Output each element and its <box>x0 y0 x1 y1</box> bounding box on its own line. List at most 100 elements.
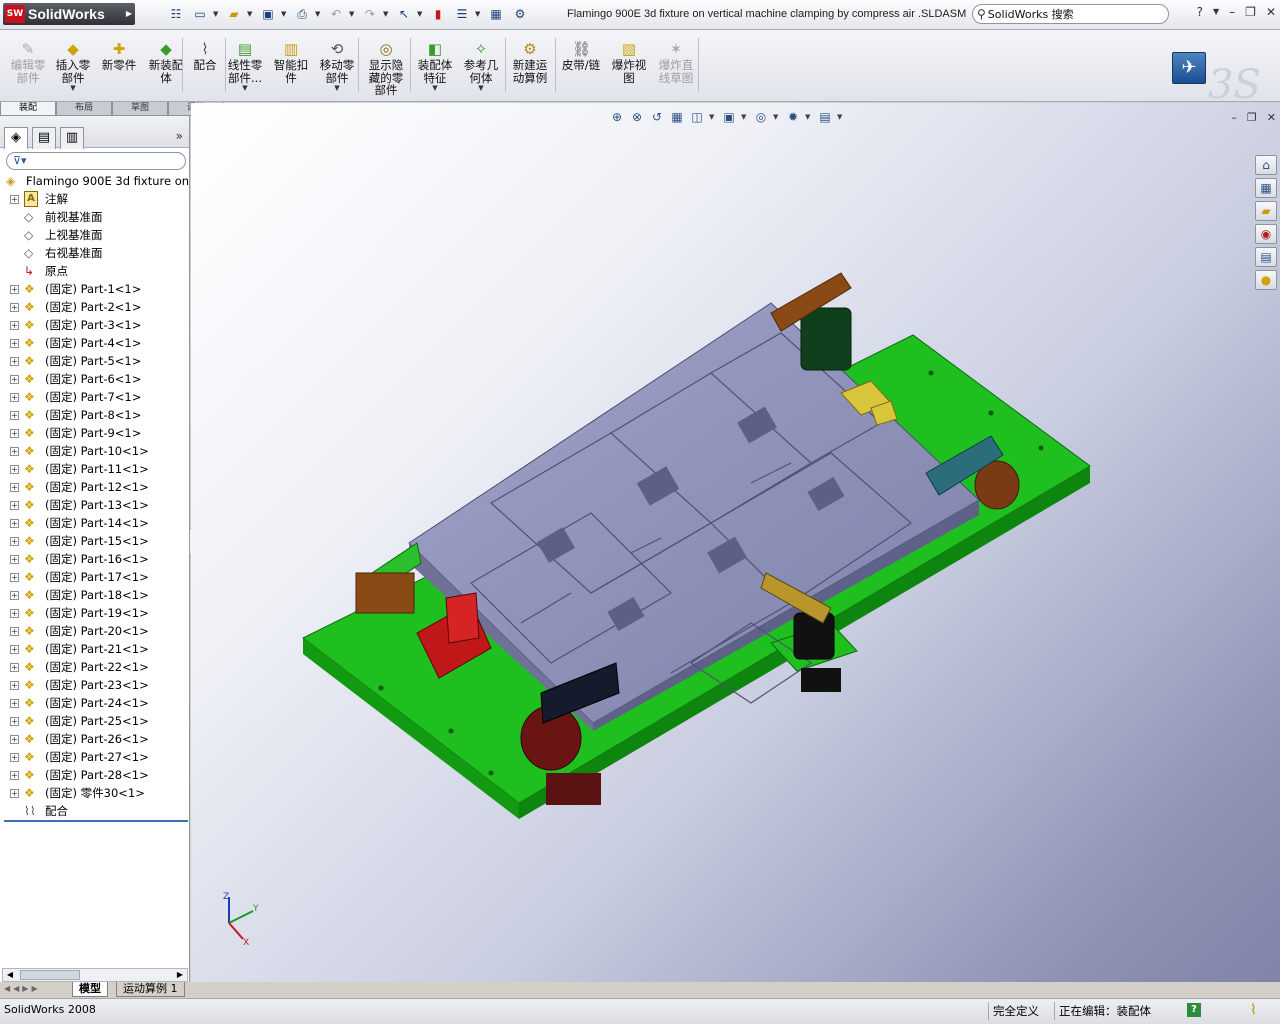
expand-icon[interactable]: + <box>10 393 19 402</box>
close-icon[interactable]: ✕ <box>1266 5 1276 19</box>
tree-root-item[interactable]: ◈ Flamingo 900E 3d fixture on vertic <box>0 172 225 190</box>
chevron-down-icon[interactable]: ▼ <box>459 84 503 92</box>
solidworks-resources-icon[interactable]: ✈ <box>1172 52 1206 84</box>
tree-plane-item[interactable]: ◇ 右视基准面 <box>0 244 189 262</box>
chevron-down-icon[interactable]: ▼ <box>475 4 483 24</box>
new-motion-study-button[interactable]: ⚙ 新建运 动算例 <box>508 40 552 84</box>
new-part-button[interactable]: ✚ 新零件 <box>97 40 141 72</box>
paperclip-icon[interactable]: ⌇ <box>1250 1002 1257 1018</box>
chevron-down-icon[interactable]: ▼ <box>349 4 357 24</box>
design-library-icon[interactable]: ▦ <box>1255 178 1277 198</box>
appearances-icon[interactable]: ● <box>1255 270 1277 290</box>
chevron-down-icon[interactable]: ▼ <box>383 4 391 24</box>
expand-icon[interactable]: + <box>10 537 19 546</box>
move-component-button[interactable]: ⟲ 移动零 部件 ▼ <box>315 40 359 92</box>
configuration-manager-tab-icon[interactable]: ▥ <box>60 127 84 149</box>
chevron-down-icon[interactable]: ▼ <box>417 4 425 24</box>
tree-part-item[interactable]: + ❖ (固定) Part-4<1> <box>0 334 189 352</box>
rollback-bar[interactable] <box>4 820 188 822</box>
expand-icon[interactable]: + <box>10 753 19 762</box>
expand-icon[interactable]: + <box>10 663 19 672</box>
close-icon[interactable]: ✕ <box>1267 111 1276 124</box>
assembly-model[interactable] <box>191 103 1280 982</box>
chevron-down-icon[interactable]: ▼ <box>1213 5 1219 19</box>
explode-line-sketch-button[interactable]: ✶ 爆炸直 线草图 <box>654 40 698 84</box>
file-explorer-icon[interactable]: ▰ <box>1255 201 1277 221</box>
scroll-thumb[interactable] <box>20 970 80 980</box>
chevron-down-icon[interactable]: ▼ <box>741 109 749 125</box>
expand-icon[interactable]: + <box>10 555 19 564</box>
edit-component-button[interactable]: ✎ 编辑零 部件 <box>6 40 50 84</box>
belt-chain-button[interactable]: ⛓ 皮带/链 <box>559 40 603 72</box>
edit-appearance-icon[interactable]: ✹ <box>785 109 801 125</box>
assembly-features-button[interactable]: ◧ 装配体 特征 ▼ <box>413 40 457 92</box>
cmd-tab[interactable]: 草图 <box>112 102 168 116</box>
tree-part-item[interactable]: + ❖ (固定) Part-1<1> <box>0 280 189 298</box>
insert-components-button[interactable]: ◆ 插入零 部件 ▼ <box>51 40 95 92</box>
chevron-down-icon[interactable]: ▼ <box>315 84 359 92</box>
new-document-icon[interactable]: ▭ <box>189 4 211 24</box>
zoom-to-fit-icon[interactable]: ⊕ <box>609 109 625 125</box>
chevron-down-icon[interactable]: ▼ <box>837 109 845 125</box>
expand-icon[interactable]: + <box>10 519 19 528</box>
expand-icon[interactable]: + <box>10 357 19 366</box>
display-style-icon[interactable]: ▣ <box>721 109 737 125</box>
expand-icon[interactable]: + <box>10 681 19 690</box>
expand-icon[interactable]: + <box>10 609 19 618</box>
view-orientation-icon[interactable]: ◫ <box>689 109 705 125</box>
file-properties-icon[interactable]: ☰ <box>451 4 473 24</box>
tree-part-item[interactable]: + ❖ (固定) Part-5<1> <box>0 352 189 370</box>
save-icon[interactable]: ▣ <box>257 4 279 24</box>
expand-icon[interactable]: + <box>10 321 19 330</box>
expand-icon[interactable]: + <box>10 447 19 456</box>
expand-icon[interactable]: + <box>10 735 19 744</box>
tree-origin-item[interactable]: ↳ 原点 <box>0 262 189 280</box>
chevron-down-icon[interactable]: ▼ <box>709 109 717 125</box>
redo-icon[interactable]: ↷ <box>359 4 381 24</box>
expand-icon[interactable]: + <box>10 429 19 438</box>
tree-part-item[interactable]: + ❖ (固定) Part-21<1> <box>0 640 189 658</box>
show-hidden-components-button[interactable]: ◎ 显示隐 藏的零 部件 <box>364 40 408 97</box>
tree-part-item[interactable]: + ❖ (固定) Part-8<1> <box>0 406 189 424</box>
chevron-down-icon[interactable]: ▼ <box>315 4 323 24</box>
quick-tips-icon[interactable]: ? <box>1187 1003 1201 1017</box>
tree-part-item[interactable]: + ❖ (固定) Part-14<1> <box>0 514 189 532</box>
chevron-down-icon[interactable]: ▼ <box>281 4 289 24</box>
tree-part-item[interactable]: + ❖ (固定) Part-2<1> <box>0 298 189 316</box>
smart-fasteners-button[interactable]: ▥ 智能扣件 <box>269 40 313 84</box>
expand-icon[interactable]: + <box>10 645 19 654</box>
expand-panel-icon[interactable]: » <box>176 129 183 143</box>
view-palette-icon[interactable]: ▤ <box>1255 247 1277 267</box>
tree-part-item[interactable]: + ❖ (固定) Part-20<1> <box>0 622 189 640</box>
expand-icon[interactable]: + <box>10 717 19 726</box>
chevron-down-icon[interactable]: ▼ <box>51 84 95 92</box>
expand-icon[interactable]: + <box>10 285 19 294</box>
expand-icon[interactable]: + <box>10 303 19 312</box>
tree-plane-item[interactable]: ◇ 前视基准面 <box>0 208 189 226</box>
graphics-area[interactable]: ⊕ ⊗ ↺ ▦ ◫ ▼ ▣ ▼ ◎ ▼ ✹ ▼ ▤ ▼ – ❐ ✕ ⌂ ▦ ▰ ◉ ▤ ● <box>191 103 1280 982</box>
select-icon[interactable]: ↖ <box>393 4 415 24</box>
tree-part-item[interactable]: + ❖ (固定) Part-12<1> <box>0 478 189 496</box>
tree-filter-input[interactable]: ⊽▾ <box>6 152 186 170</box>
chevron-down-icon[interactable]: ▼ <box>773 109 781 125</box>
tree-part-item[interactable]: + ❖ (固定) Part-18<1> <box>0 586 189 604</box>
tree-part-item[interactable]: + ❖ (固定) 零件30<1> <box>0 784 189 802</box>
section-view-icon[interactable]: ▦ <box>669 109 685 125</box>
cmd-tab[interactable]: 布局 <box>56 102 112 116</box>
tree-part-item[interactable]: + ❖ (固定) Part-25<1> <box>0 712 189 730</box>
scroll-left-icon[interactable]: ◀ <box>3 969 17 981</box>
tree-part-item[interactable]: + ❖ (固定) Part-17<1> <box>0 568 189 586</box>
chevron-down-icon[interactable]: ▼ <box>223 84 267 92</box>
chevron-down-icon[interactable]: ▼ <box>413 84 457 92</box>
tree-part-item[interactable]: + ❖ (固定) Part-15<1> <box>0 532 189 550</box>
undo-icon[interactable]: ↶ <box>325 4 347 24</box>
open-folder-icon[interactable]: ▰ <box>223 4 245 24</box>
expand-icon[interactable]: + <box>10 573 19 582</box>
chevron-down-icon[interactable]: ▼ <box>213 4 221 24</box>
tree-part-item[interactable]: + ❖ (固定) Part-26<1> <box>0 730 189 748</box>
zoom-to-area-icon[interactable]: ⊗ <box>629 109 645 125</box>
expand-icon[interactable]: + <box>10 789 19 798</box>
tree-mates-item[interactable]: ⌇⌇ 配合 <box>0 802 189 820</box>
grid-icon[interactable]: ▦ <box>485 4 507 24</box>
expand-icon[interactable]: + <box>10 501 19 510</box>
